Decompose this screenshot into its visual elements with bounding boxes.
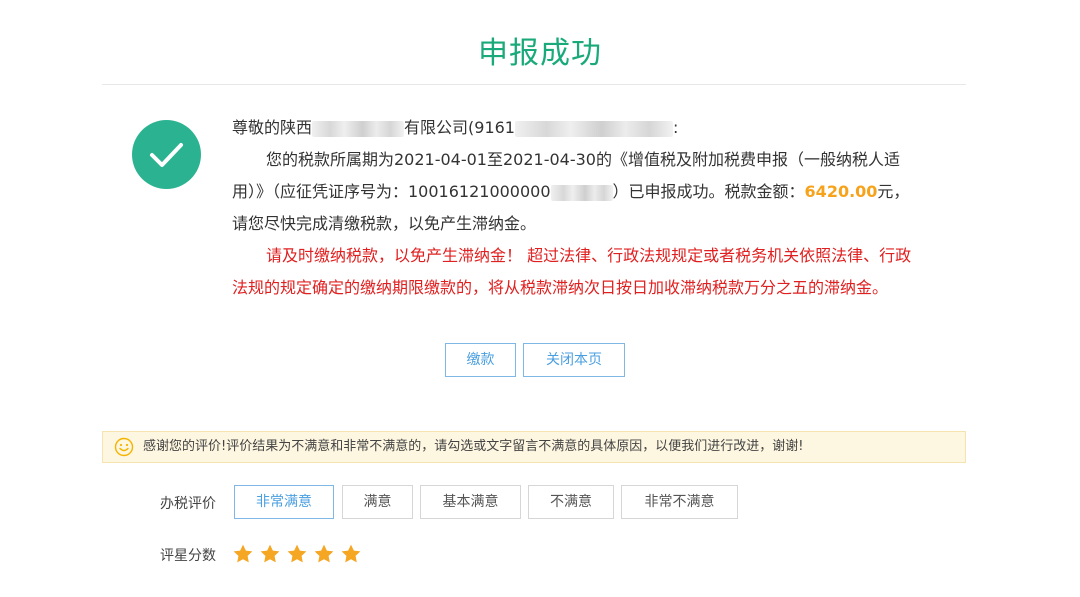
star-icon[interactable] [286, 543, 308, 565]
rating-option-satisfied[interactable]: 满意 [342, 485, 413, 519]
declaration-line-1: 您的税款所属期为2021-04-01至2021-04-30的《增值税及附加税费申… [266, 150, 900, 169]
star-icon[interactable] [259, 543, 281, 565]
greeting-line: 尊敬的陕西 有限公司(9161: [232, 118, 679, 137]
star-icon[interactable] [340, 543, 362, 565]
declaration-line-2: 用）》（应征凭证序号为：10016121000000 ）已申报成功。税款金额：64… [232, 182, 910, 201]
rating-label: 办税评价 [160, 496, 216, 512]
warning-line-1: 请及时缴纳税款，以免产生滞纳金！ 超过法律、行政法规规定或者税务机关依照法律、行… [266, 246, 912, 265]
star-icon[interactable] [313, 543, 335, 565]
feedback-notice-text: 感谢您的评价!评价结果为不满意和非常不满意的，请勾选或文字留言不满意的具体原因，… [143, 439, 804, 454]
rating-option-very-satisfied[interactable]: 非常满意 [234, 485, 334, 519]
feedback-notice: 感谢您的评价!评价结果为不满意和非常不满意的，请勾选或文字留言不满意的具体原因，… [102, 431, 966, 463]
star-icon[interactable] [232, 543, 254, 565]
rating-option-very-dissatisfied[interactable]: 非常不满意 [621, 485, 738, 519]
rating-option-basically-satisfied[interactable]: 基本满意 [420, 485, 521, 519]
close-page-button[interactable]: 关闭本页 [523, 343, 625, 377]
tax-amount: 6420.00 [804, 182, 878, 201]
declaration-message: 尊敬的陕西 有限公司(9161: 您的税款所属期为2021-04-01至2021-… [232, 112, 972, 304]
check-circle-icon [132, 120, 201, 189]
star-score-label: 评星分数 [160, 548, 216, 564]
redacted-company-name [312, 120, 405, 137]
pay-button[interactable]: 缴款 [445, 343, 516, 377]
declaration-line-3: 请您尽快完成清缴税款，以免产生滞纳金。 [232, 214, 537, 233]
smile-icon [114, 437, 134, 457]
warning-line-2: 法规的规定确定的缴纳期限缴款的，将从税款滞纳次日按日加收滞纳税款万分之五的滞纳金… [232, 278, 889, 297]
page-title: 申报成功 [478, 36, 602, 71]
redacted-voucher-number [550, 184, 613, 201]
rating-option-dissatisfied[interactable]: 不满意 [528, 485, 614, 519]
title-divider [102, 84, 966, 85]
redacted-tax-id [514, 120, 673, 137]
